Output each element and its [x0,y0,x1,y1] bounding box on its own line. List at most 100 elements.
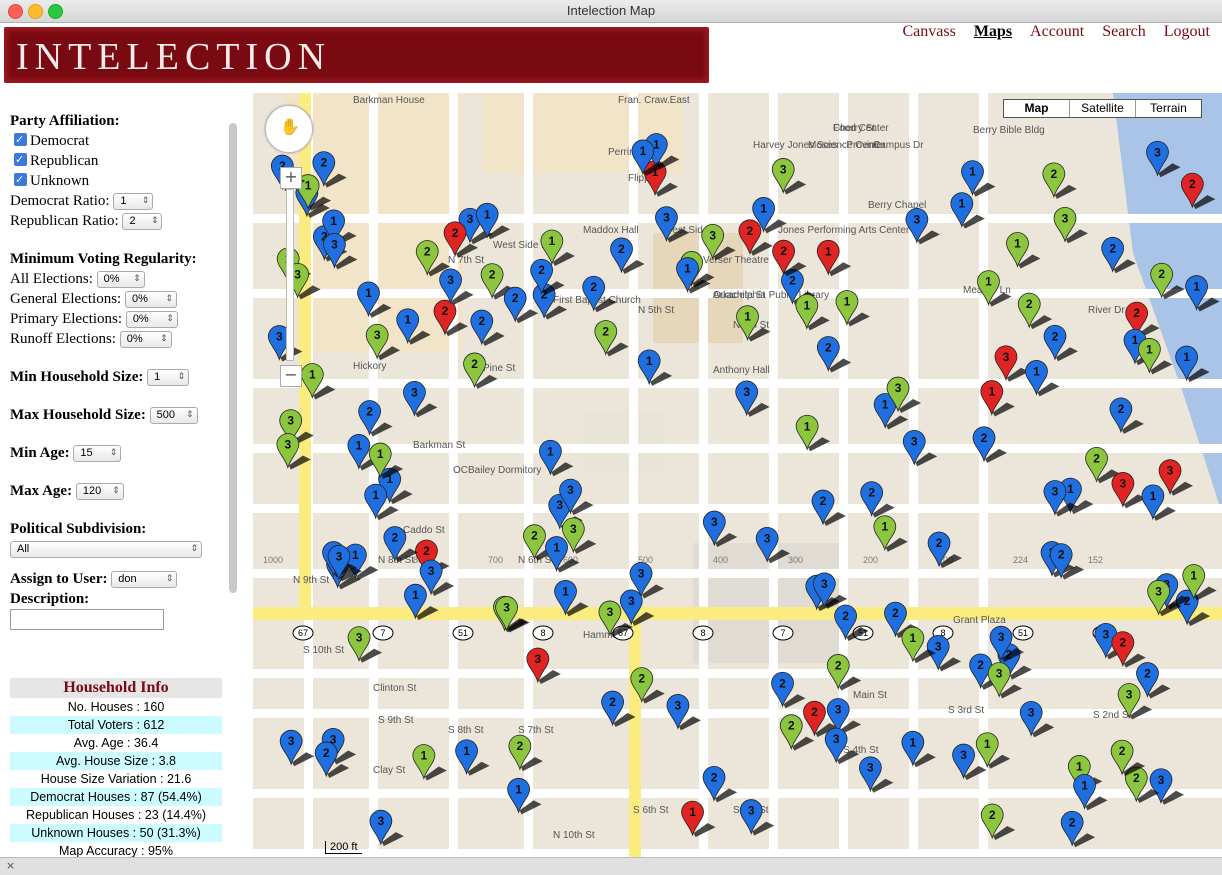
general-elections-select[interactable]: 0% [124,291,177,308]
household-stat: Avg. House Size : 3.8 [10,752,222,770]
zoom-slider-track[interactable] [286,189,294,361]
svg-text:1: 1 [844,294,851,308]
svg-text:3: 3 [378,814,385,828]
block-number: 152 [1088,555,1103,565]
svg-text:1: 1 [309,368,316,382]
nav-search[interactable]: Search [1102,23,1146,40]
svg-text:3: 3 [1167,464,1174,478]
svg-text:3: 3 [1003,350,1010,364]
zoom-in-button[interactable]: + [280,167,302,189]
nav-maps[interactable]: Maps [974,23,1012,40]
nav-account[interactable]: Account [1030,23,1084,40]
route-shield-label: 67 [298,628,308,638]
nav-logout[interactable]: Logout [1164,23,1210,40]
svg-text:1: 1 [984,737,991,751]
sidebar-scrollbar[interactable] [229,123,237,593]
democrat-checkbox[interactable] [14,130,27,150]
map-label: Food Center [833,123,889,134]
map-label: Hickory [353,361,386,372]
household-stat: Republican Houses : 23 (14.4%) [26,808,206,822]
map-label: S 7th St [518,725,554,736]
nav-canvass[interactable]: Canvass [902,23,955,40]
svg-text:1: 1 [985,275,992,289]
republican-checkbox[interactable] [14,150,27,170]
svg-text:3: 3 [503,600,510,614]
assign-user-select[interactable]: don [111,571,178,588]
svg-text:2: 2 [323,746,330,760]
svg-text:1: 1 [825,244,832,258]
map-label: West Side 1 [493,240,547,251]
street [253,444,1222,453]
svg-text:2: 2 [442,304,449,318]
svg-text:1: 1 [515,782,522,796]
close-icon[interactable]: × [6,859,15,872]
household-info-panel: Household Info No. Houses : 160 Total Vo… [10,678,222,860]
zoom-out-button[interactable]: − [280,365,302,387]
map-pan-control[interactable]: ✋ [265,105,313,153]
svg-text:3: 3 [567,483,574,497]
household-map[interactable]: Ouachita St Cherry St Hickory Pine St Barkma… [253,93,1222,857]
map-label: S 2nd St [1093,710,1132,721]
svg-text:3: 3 [288,734,295,748]
all-elections-select[interactable]: 0% [96,271,145,288]
min-household-select[interactable]: 1 [147,369,190,386]
unknown-checkbox[interactable] [14,170,27,190]
max-age-select[interactable]: 120 [75,483,124,500]
svg-text:3: 3 [960,748,967,762]
svg-text:1: 1 [1076,759,1083,773]
min-age-select[interactable]: 15 [73,445,122,462]
svg-text:2: 2 [512,291,519,305]
description-input[interactable] [10,609,164,630]
window-titlebar: Intelection Map [0,0,1222,23]
svg-text:3: 3 [628,594,635,608]
app-logo[interactable]: INTELECTION [4,27,709,83]
svg-text:1: 1 [377,447,384,461]
svg-text:1: 1 [959,197,966,211]
svg-text:1: 1 [547,444,554,458]
svg-text:3: 3 [935,639,942,653]
map-label: N 10th St [553,830,595,841]
political-subdivision-select[interactable]: All [10,541,202,558]
svg-text:3: 3 [285,438,292,452]
svg-text:1: 1 [803,298,810,312]
svg-text:1: 1 [549,234,556,248]
svg-text:3: 3 [833,732,840,746]
svg-text:1: 1 [988,385,995,399]
svg-text:2: 2 [531,529,538,543]
republican-ratio-select[interactable]: 2 [122,213,163,230]
democrat-ratio-select[interactable]: 1 [113,193,154,210]
map-label: Barkman St [413,440,465,451]
status-bar: × [0,857,1222,875]
main-nav: Canvass Maps Account Search Logout [888,23,1210,41]
svg-text:2: 2 [609,695,616,709]
svg-text:2: 2 [538,263,545,277]
svg-text:3: 3 [895,381,902,395]
svg-text:1: 1 [1146,342,1153,356]
route-shield-label: 51 [458,628,468,638]
svg-text:3: 3 [1154,145,1161,159]
runoff-elections-select[interactable]: 0% [119,331,172,348]
block-number: 700 [488,555,503,565]
map-scale: 200 ft [325,841,362,854]
map-label: S 6th St [633,805,669,816]
map-label: N 5th St [638,305,674,316]
svg-text:3: 3 [780,162,787,176]
max-household-select[interactable]: 500 [149,407,198,424]
household-stat: Avg. Age : 36.4 [73,736,159,750]
svg-text:1: 1 [804,419,811,433]
svg-text:2: 2 [1144,667,1151,681]
svg-text:1: 1 [1150,489,1157,503]
map-type-map[interactable]: Map [1004,100,1069,117]
map-type-terrain[interactable]: Terrain [1135,100,1201,117]
svg-text:2: 2 [788,719,795,733]
svg-text:2: 2 [1119,744,1126,758]
map-type-control: Map Satellite Terrain [1003,99,1202,118]
max-household-label: Max Household Size: [10,407,146,423]
map-canvas[interactable]: Ouachita StCherry StHickory Pine StBarkma… [253,93,1222,857]
primary-elections-select[interactable]: 0% [125,311,178,328]
household-stat: Total Voters : 612 [10,716,222,734]
map-label: Anthony Hall [713,365,770,376]
svg-text:3: 3 [638,566,645,580]
map-type-satellite[interactable]: Satellite [1069,100,1135,117]
svg-text:2: 2 [1109,241,1116,255]
